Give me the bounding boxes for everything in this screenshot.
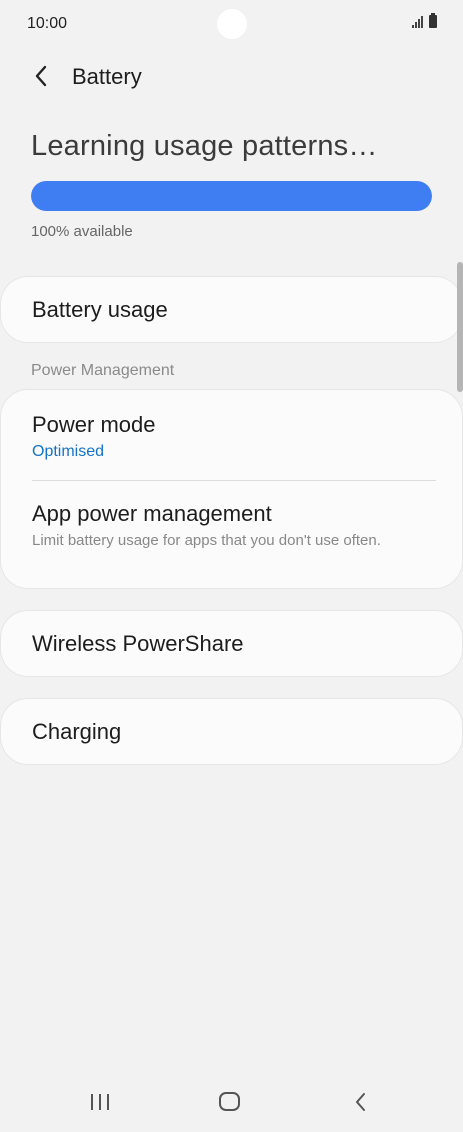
battery-status-text: Learning usage patterns… <box>31 130 378 162</box>
charging-row[interactable]: Charging <box>1 699 462 764</box>
battery-usage-label: Battery usage <box>32 296 168 322</box>
home-icon <box>219 1092 240 1111</box>
back-icon <box>356 1093 365 1111</box>
scrollbar[interactable] <box>457 262 463 392</box>
chevron-left-icon <box>35 65 47 87</box>
signal-icon <box>412 15 423 28</box>
battery-available-text: 100% available <box>31 223 133 240</box>
home-button[interactable] <box>208 1080 252 1124</box>
recent-apps-icon <box>91 1094 109 1110</box>
charging-label: Charging <box>32 718 122 744</box>
battery-usage-row[interactable]: Battery usage <box>1 277 462 342</box>
charging-card[interactable]: Charging <box>0 698 463 765</box>
nav-back-button[interactable] <box>338 1080 382 1124</box>
front-camera <box>217 9 247 39</box>
page-title: Battery <box>72 64 142 89</box>
power-management-card: Power mode Optimised App power managemen… <box>0 389 463 589</box>
status-time: 10:00 <box>27 15 68 32</box>
back-button[interactable] <box>26 61 56 91</box>
status-icons <box>412 13 437 28</box>
app-power-management-row[interactable]: App power management Limit battery usage… <box>1 481 462 551</box>
power-mode-row[interactable]: Power mode Optimised <box>1 390 462 480</box>
screen: 10:00 Battery Learning usage patterns… 1… <box>0 0 463 1132</box>
battery-icon <box>429 13 437 28</box>
power-mode-label: Power mode <box>32 412 156 437</box>
app-power-management-description: Limit battery usage for apps that you do… <box>32 532 381 549</box>
navigation-bar <box>0 1080 463 1124</box>
wireless-powershare-label: Wireless PowerShare <box>32 630 244 656</box>
wireless-powershare-row[interactable]: Wireless PowerShare <box>1 611 462 676</box>
battery-level-fill <box>31 181 432 211</box>
power-mode-value: Optimised <box>32 443 105 460</box>
section-label-power-management: Power Management <box>31 362 175 379</box>
battery-usage-card[interactable]: Battery usage <box>0 276 463 343</box>
app-header: Battery <box>0 55 463 99</box>
recent-apps-button[interactable] <box>78 1080 122 1124</box>
wireless-powershare-card[interactable]: Wireless PowerShare <box>0 610 463 677</box>
app-power-management-label: App power management <box>32 501 272 526</box>
battery-level-bar <box>31 181 432 211</box>
